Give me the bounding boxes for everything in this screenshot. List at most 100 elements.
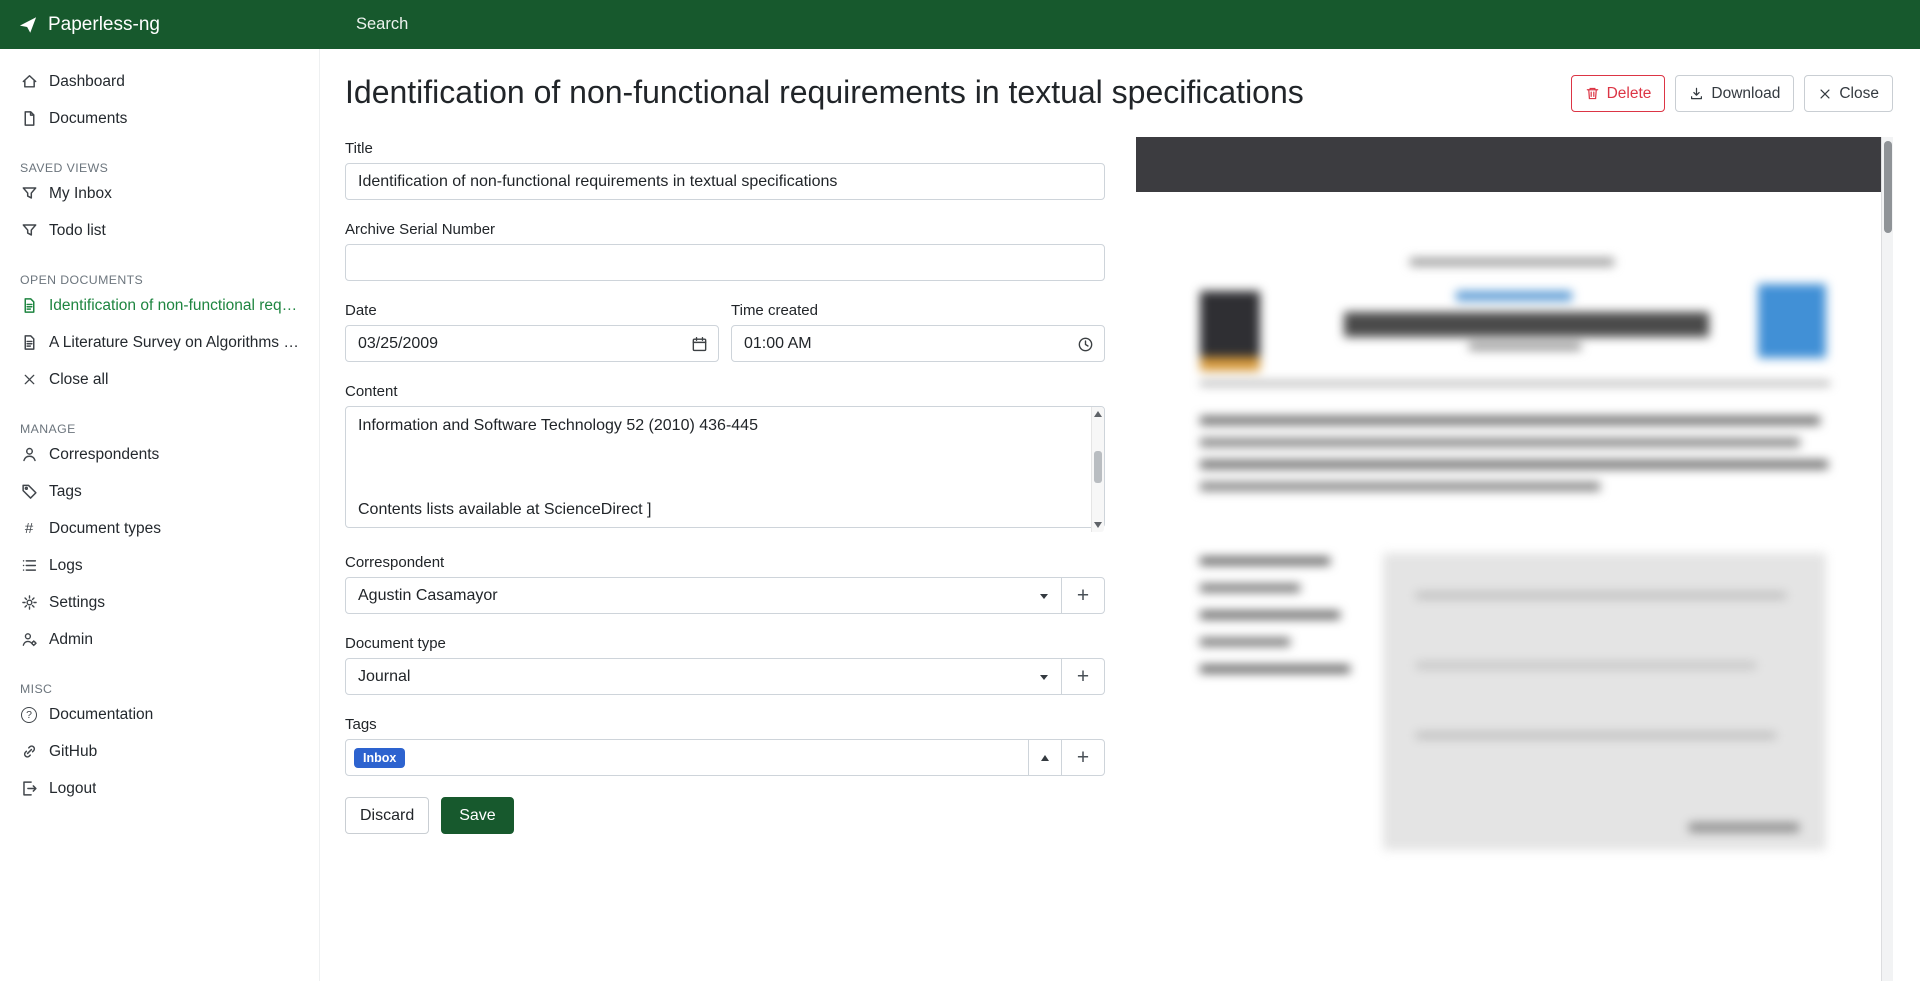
sidebar-item-settings[interactable]: Settings bbox=[0, 584, 319, 621]
sidebar-item-label: Documentation bbox=[49, 706, 153, 724]
preview-scrollbar[interactable] bbox=[1881, 137, 1893, 981]
sidebar-item-label: Correspondents bbox=[49, 446, 159, 464]
sidebar-item-label: Document types bbox=[49, 520, 161, 538]
sidebar-item-github[interactable]: GitHub bbox=[0, 733, 319, 770]
sidebar-open-document-2[interactable]: A Literature Survey on Algorithms for Mu… bbox=[0, 324, 319, 361]
clock-icon[interactable] bbox=[1077, 336, 1094, 353]
add-tag-button[interactable]: + bbox=[1061, 739, 1105, 776]
open-documents-header: OPEN DOCUMENTS bbox=[0, 263, 319, 287]
date-input[interactable] bbox=[345, 325, 719, 362]
close-label: Close bbox=[1839, 85, 1879, 103]
document-preview-pane bbox=[1136, 137, 1893, 981]
sidebar-item-label: Settings bbox=[49, 594, 105, 612]
house-icon bbox=[20, 73, 38, 91]
sidebar-item-label: Close all bbox=[49, 371, 108, 389]
plus-icon: + bbox=[1077, 584, 1089, 608]
sidebar-item-label: Documents bbox=[49, 110, 127, 128]
sidebar-item-dashboard[interactable]: Dashboard bbox=[0, 63, 319, 100]
document-type-select[interactable]: Journal bbox=[345, 658, 1062, 695]
brand[interactable]: Paperless-ng bbox=[0, 0, 320, 49]
content-label: Content bbox=[345, 383, 1105, 400]
file-text-icon bbox=[20, 297, 38, 315]
calendar-icon[interactable] bbox=[691, 336, 708, 353]
close-button[interactable]: Close bbox=[1804, 75, 1893, 112]
download-button[interactable]: Download bbox=[1675, 75, 1794, 112]
content-scrollbar[interactable] bbox=[1091, 407, 1104, 532]
delete-label: Delete bbox=[1607, 85, 1652, 103]
sidebar-item-documentation[interactable]: ? Documentation bbox=[0, 696, 319, 733]
close-icon bbox=[1818, 87, 1832, 101]
document-type-value: Journal bbox=[358, 668, 410, 686]
scroll-down-arrow-icon[interactable] bbox=[1094, 522, 1102, 528]
archive-serial-number-input[interactable] bbox=[345, 244, 1105, 281]
sidebar-item-logs[interactable]: Logs bbox=[0, 547, 319, 584]
sidebar-item-document-types[interactable]: # Document types bbox=[0, 510, 319, 547]
pdf-viewer-toolbar bbox=[1136, 137, 1881, 192]
scroll-up-arrow-icon[interactable] bbox=[1094, 411, 1102, 417]
sidebar-open-document-1[interactable]: Identification of non-functional require… bbox=[0, 287, 319, 324]
correspondent-select[interactable]: Agustin Casamayor bbox=[345, 577, 1062, 614]
tag-badge-inbox[interactable]: Inbox bbox=[354, 748, 405, 768]
download-icon bbox=[1689, 86, 1704, 101]
add-correspondent-button[interactable]: + bbox=[1061, 577, 1105, 614]
link-icon bbox=[20, 743, 38, 761]
document-form: Title Archive Serial Number Date Time cr… bbox=[345, 140, 1105, 834]
preview-scrollbar-thumb[interactable] bbox=[1884, 141, 1892, 233]
sidebar-item-correspondents[interactable]: Correspondents bbox=[0, 436, 319, 473]
manage-header: MANAGE bbox=[0, 412, 319, 436]
title-input[interactable] bbox=[345, 163, 1105, 200]
tags-input[interactable]: Inbox bbox=[345, 739, 1029, 776]
sidebar-item-tags[interactable]: Tags bbox=[0, 473, 319, 510]
funnel-icon bbox=[20, 185, 38, 203]
tags-dropdown-toggle-button[interactable] bbox=[1028, 739, 1062, 776]
saved-views-header: SAVED VIEWS bbox=[0, 151, 319, 175]
download-label: Download bbox=[1711, 85, 1780, 103]
search-input[interactable] bbox=[356, 8, 996, 42]
form-actions: Discard Save bbox=[345, 797, 1105, 834]
sidebar-item-admin[interactable]: Admin bbox=[0, 621, 319, 658]
title-label: Title bbox=[345, 140, 1105, 157]
sidebar-item-logout[interactable]: Logout bbox=[0, 770, 319, 807]
pdf-page-blurred-content bbox=[1136, 192, 1881, 981]
content-field: Information and Software Technology 52 (… bbox=[345, 406, 1105, 533]
save-button[interactable]: Save bbox=[441, 797, 513, 834]
person-icon bbox=[20, 446, 38, 464]
sidebar-item-label: Tags bbox=[49, 483, 82, 501]
caret-up-icon bbox=[1041, 755, 1049, 761]
sidebar-item-label: GitHub bbox=[49, 743, 97, 761]
sidebar-item-documents[interactable]: Documents bbox=[0, 100, 319, 137]
delete-button[interactable]: Delete bbox=[1571, 75, 1666, 112]
page-header: Identification of non-functional require… bbox=[320, 49, 1920, 114]
plus-icon: + bbox=[1077, 746, 1089, 770]
chevron-down-icon bbox=[1040, 675, 1048, 680]
brand-logo-icon bbox=[18, 15, 38, 35]
date-field-group: Date bbox=[345, 302, 719, 362]
time-created-input[interactable] bbox=[731, 325, 1105, 362]
scrollbar-thumb[interactable] bbox=[1094, 451, 1102, 483]
discard-button[interactable]: Discard bbox=[345, 797, 429, 834]
file-icon bbox=[20, 110, 38, 128]
sidebar-item-close-all[interactable]: Close all bbox=[0, 361, 319, 398]
sidebar-item-label: Dashboard bbox=[49, 73, 125, 91]
sidebar-item-todo-list[interactable]: Todo list bbox=[0, 212, 319, 249]
time-field-group: Time created bbox=[731, 302, 1105, 362]
chevron-down-icon bbox=[1040, 594, 1048, 599]
sidebar-item-label: Admin bbox=[49, 631, 93, 649]
sidebar-item-label: Logout bbox=[49, 780, 96, 798]
brand-name: Paperless-ng bbox=[48, 14, 160, 36]
sidebar-item-label: Logs bbox=[49, 557, 83, 575]
question-icon: ? bbox=[20, 706, 38, 724]
close-icon bbox=[20, 371, 38, 389]
add-document-type-button[interactable]: + bbox=[1061, 658, 1105, 695]
logout-icon bbox=[20, 780, 38, 798]
topbar: Paperless-ng bbox=[0, 0, 1920, 49]
admin-user-icon bbox=[20, 631, 38, 649]
sidebar-item-my-inbox[interactable]: My Inbox bbox=[0, 175, 319, 212]
time-created-label: Time created bbox=[731, 302, 1105, 319]
file-text-icon bbox=[20, 334, 38, 352]
hash-icon: # bbox=[20, 520, 38, 537]
sidebar-item-label: Identification of non-functional require… bbox=[49, 297, 299, 315]
content-textarea[interactable]: Information and Software Technology 52 (… bbox=[345, 406, 1105, 528]
date-label: Date bbox=[345, 302, 719, 319]
correspondent-value: Agustin Casamayor bbox=[358, 587, 498, 605]
